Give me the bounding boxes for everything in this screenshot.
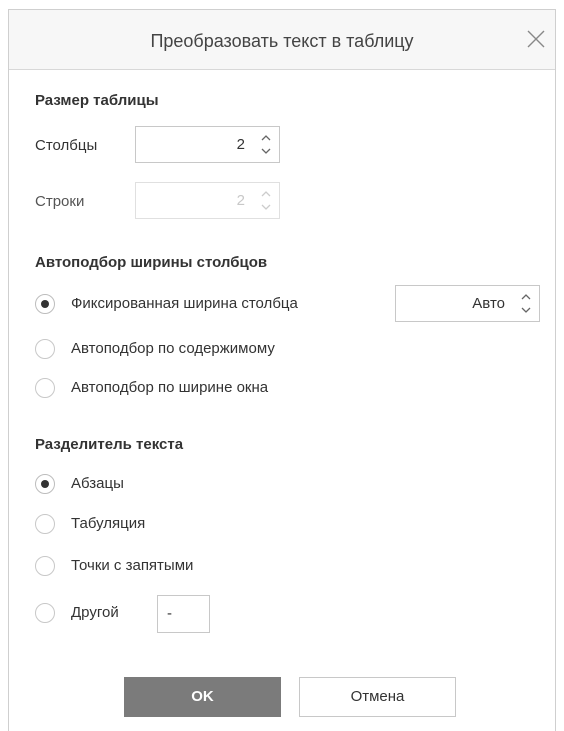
table-size-heading: Размер таблицы [35, 92, 159, 109]
columns-spinner[interactable]: 2 [135, 126, 280, 163]
separator-heading: Разделитель текста [35, 436, 184, 453]
cancel-button[interactable]: Отмена [299, 677, 456, 717]
radio-button[interactable] [35, 339, 55, 359]
spinner-arrows-icon[interactable] [519, 290, 533, 317]
fixed-width-value: Авто [472, 295, 505, 312]
other-separator-input[interactable]: - [157, 595, 210, 633]
dialog-title: Преобразовать текст в таблицу [150, 31, 414, 51]
radio-fixed-column-width[interactable]: Фиксированная ширина столбца [35, 294, 375, 318]
radio-label: Фиксированная ширина столбца [71, 295, 298, 312]
spinner-arrows-icon [259, 187, 273, 214]
radio-button[interactable] [35, 556, 55, 576]
columns-label: Столбцы [35, 137, 98, 154]
rows-label: Строки [35, 193, 85, 210]
radio-tabs[interactable]: Табуляция [35, 514, 235, 538]
convert-text-to-table-dialog: Преобразовать текст в таблицу Размер таб… [8, 9, 556, 731]
autofit-heading: Автоподбор ширины столбцов [35, 254, 268, 271]
radio-label: Автоподбор по ширине окна [71, 379, 269, 396]
spinner-arrows-icon[interactable] [259, 131, 273, 158]
radio-button[interactable] [35, 378, 55, 398]
columns-value: 2 [236, 136, 245, 153]
radio-autofit-window[interactable]: Автоподбор по ширине окна [35, 378, 355, 402]
radio-label: Автоподбор по содержимому [71, 340, 275, 357]
radio-paragraphs[interactable]: Абзацы [35, 474, 235, 498]
radio-label: Табуляция [71, 515, 146, 532]
rows-value: 2 [236, 192, 245, 209]
radio-button[interactable] [35, 603, 55, 623]
radio-button[interactable] [35, 474, 55, 494]
fixed-width-spinner[interactable]: Авто [395, 285, 540, 322]
radio-label: Другой [71, 604, 119, 621]
radio-label: Абзацы [71, 475, 124, 492]
radio-semicolons[interactable]: Точки с запятыми [35, 556, 255, 580]
radio-button[interactable] [35, 514, 55, 534]
radio-autofit-contents[interactable]: Автоподбор по содержимому [35, 339, 355, 363]
dialog-header: Преобразовать текст в таблицу [9, 10, 555, 70]
ok-button[interactable]: OK [124, 677, 281, 717]
radio-label: Точки с запятыми [71, 557, 194, 574]
radio-button[interactable] [35, 294, 55, 314]
rows-spinner: 2 [135, 182, 280, 219]
radio-other[interactable]: Другой [35, 603, 145, 627]
close-icon[interactable] [523, 26, 549, 52]
